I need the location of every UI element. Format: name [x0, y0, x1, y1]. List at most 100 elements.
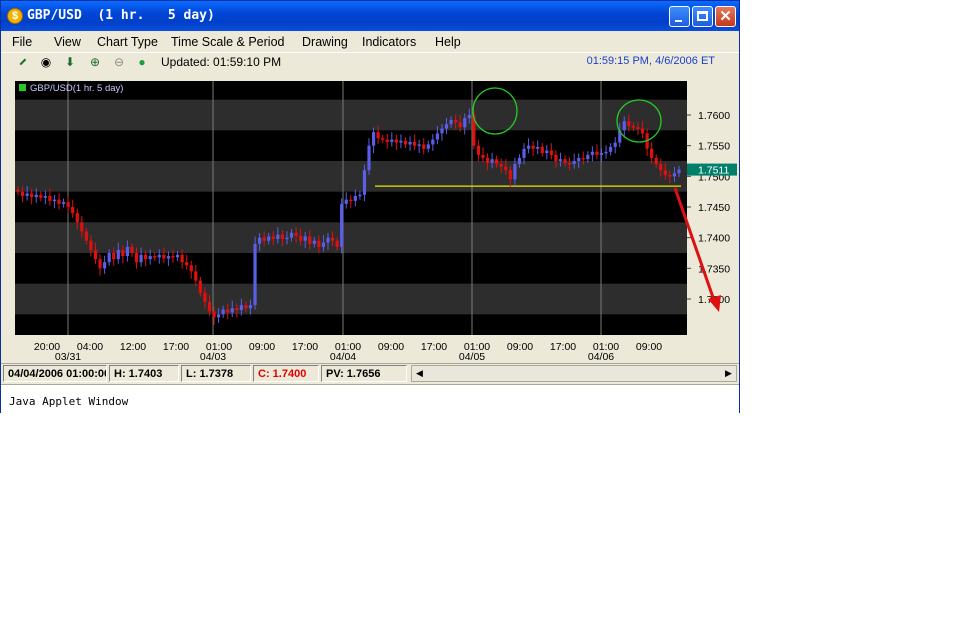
scroll-left-icon[interactable]: ◀ — [412, 366, 427, 381]
candle-body — [408, 141, 412, 145]
candle-body — [80, 222, 84, 232]
date-tick-label: 04/04 — [330, 351, 356, 363]
candle-body — [235, 308, 239, 311]
candle-body — [148, 256, 152, 260]
menu-file[interactable]: File — [12, 35, 32, 49]
scroll-right-icon[interactable]: ▶ — [721, 366, 736, 381]
menu-view[interactable]: View — [54, 35, 81, 49]
candle-body — [504, 166, 508, 171]
target-icon[interactable]: ◉ — [38, 54, 54, 70]
candle-body — [30, 193, 34, 198]
candle-body — [390, 139, 394, 142]
candle-body — [280, 234, 284, 239]
menu-indicators[interactable]: Indicators — [362, 35, 416, 49]
close-icon: ✕ — [719, 8, 732, 25]
candle-body — [75, 213, 79, 223]
grid-band — [15, 161, 687, 192]
candle-body — [622, 121, 626, 131]
candle-body — [20, 191, 25, 196]
candle-body — [66, 202, 70, 207]
candle-body — [663, 170, 667, 176]
candle-body — [71, 207, 75, 214]
candle-body — [659, 164, 663, 171]
candle-body — [508, 170, 512, 180]
candle-body — [581, 157, 585, 160]
status-pv: PV: 1.7656 — [321, 365, 407, 382]
candle-body — [153, 256, 157, 258]
candle-body — [112, 253, 116, 260]
candle-body — [271, 236, 275, 239]
zoom-out-icon[interactable]: ⊖ — [111, 54, 127, 70]
menu-chart-type[interactable]: Chart Type — [97, 35, 158, 49]
candle-body — [157, 254, 161, 258]
candle-body — [467, 115, 471, 119]
candle-body — [34, 194, 38, 198]
candle-body — [330, 237, 335, 241]
candle-body — [162, 254, 166, 259]
candle-body — [248, 305, 253, 309]
candle-body — [321, 242, 326, 247]
candle-body — [590, 151, 594, 155]
candle-body — [499, 164, 503, 167]
horizontal-scrollbar[interactable]: ◀ ▶ — [411, 365, 737, 382]
candle-body — [308, 236, 312, 244]
candle-body — [239, 305, 243, 311]
menu-time-scale[interactable]: Time Scale & Period — [171, 35, 284, 49]
status-date: 04/04/2006 01:00:00 — [3, 365, 107, 382]
maximize-button[interactable] — [692, 6, 713, 27]
price-chart[interactable]: GBP/USD(1 hr. 5 day)1.76001.75501.75001.… — [1, 71, 739, 363]
candle-body — [194, 271, 198, 281]
candle-body — [289, 232, 294, 238]
legend-label: GBP/USD(1 hr. 5 day) — [30, 83, 123, 94]
candle-body — [413, 141, 417, 146]
candle-body — [39, 194, 43, 198]
candle-body — [481, 154, 485, 158]
draw-line-icon[interactable]: ━ — [12, 51, 35, 74]
y-tick-label: 1.7550 — [698, 141, 730, 153]
candle-body — [572, 161, 576, 165]
candle-body — [435, 133, 439, 140]
candle-body — [253, 243, 257, 306]
candle-body — [677, 169, 681, 174]
candle-body — [175, 254, 180, 258]
candle-body — [431, 139, 435, 145]
green-dot-icon[interactable]: ● — [134, 54, 150, 70]
candle-body — [517, 157, 522, 165]
candle-body — [84, 231, 88, 241]
candle-body — [536, 146, 540, 149]
menu-help[interactable]: Help — [435, 35, 461, 49]
maximize-icon — [697, 11, 708, 21]
candle-body — [654, 157, 658, 165]
candle-body — [294, 232, 298, 236]
candle-body — [631, 126, 636, 128]
grid-band — [15, 283, 687, 315]
legend-swatch — [19, 84, 26, 91]
candle-body — [285, 237, 289, 240]
candle-body — [25, 193, 29, 196]
y-tick-label: 1.7400 — [698, 233, 730, 245]
status-high: H: 1.7403 — [109, 365, 179, 382]
candle-body — [244, 305, 248, 309]
zoom-in-icon[interactable]: ⊕ — [87, 54, 103, 70]
close-button[interactable]: ✕ — [715, 6, 736, 27]
x-tick-label: 09:00 — [636, 341, 662, 353]
date-tick-label: 04/06 — [588, 351, 614, 363]
candle-body — [198, 280, 202, 293]
grid-band — [15, 222, 687, 253]
candle-body — [595, 151, 599, 155]
candle-body — [353, 195, 357, 201]
down-arrow-icon[interactable]: ⬇ — [62, 54, 78, 70]
candle-body — [185, 262, 189, 266]
title-bar[interactable]: $ GBP/USD (1 hr. 5 day) ✕ — [1, 1, 739, 31]
candle-body — [394, 139, 398, 143]
candle-body — [485, 157, 490, 163]
minimize-button[interactable] — [669, 6, 690, 27]
menu-drawing[interactable]: Drawing — [302, 35, 348, 49]
candle-body — [613, 142, 617, 147]
candle-body — [650, 148, 654, 158]
candle-body — [668, 175, 672, 177]
menu-bar: File View Chart Type Time Scale & Period… — [1, 32, 739, 52]
candle-body — [672, 173, 677, 177]
toolbar: ━ ◉ ⬇ ⊕ ⊖ ● Updated: 01:59:10 PM 01:59:1… — [1, 52, 739, 72]
candle-body — [531, 145, 535, 149]
